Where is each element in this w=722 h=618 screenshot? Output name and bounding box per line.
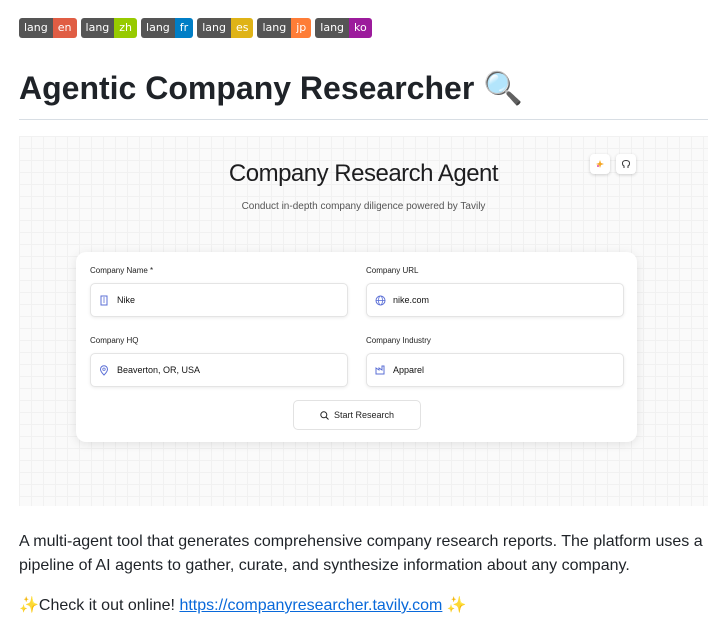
industry-icon <box>375 365 387 375</box>
language-badges: lang en lang zh lang fr lang es lang jp lang k… <box>19 18 376 38</box>
company-industry-value: Apparel <box>393 365 425 375</box>
research-form-card: Company Name * Nike Company URL nike.com… <box>76 252 637 442</box>
badge-label: lang <box>141 18 175 38</box>
start-research-label: Start Research <box>333 410 395 420</box>
corner-buttons <box>590 154 642 174</box>
globe-icon <box>375 295 387 306</box>
app-screenshot: Company Research Agent Conduct in-depth … <box>19 136 708 506</box>
badge-lang-zh[interactable]: lang zh <box>80 18 138 38</box>
company-url-value: nike.com <box>393 295 430 305</box>
website-link[interactable]: https://companyresearcher.tavily.com <box>179 597 442 614</box>
badge-lang-ko[interactable]: lang ko <box>315 18 372 38</box>
badge-lang-en[interactable]: lang en <box>19 18 77 38</box>
company-url-label: Company URL <box>366 266 419 275</box>
badge-label: lang <box>197 18 231 38</box>
cta-suffix: ✨ <box>442 597 467 614</box>
company-name-label: Company Name * <box>90 266 154 275</box>
cta-paragraph: ✨Check it out online! https://companyres… <box>19 594 467 618</box>
company-url-field[interactable]: nike.com <box>366 283 624 317</box>
app-subtitle: Conduct in-depth company diligence power… <box>241 201 486 212</box>
badge-label: lang <box>80 18 115 38</box>
badge-value: zh <box>114 18 138 38</box>
badge-label: lang <box>257 18 292 38</box>
badge-lang-jp[interactable]: lang jp <box>257 18 312 38</box>
company-hq-label: Company HQ <box>90 336 139 345</box>
company-name-field[interactable]: Nike <box>90 283 348 317</box>
company-industry-label: Company Industry <box>366 336 431 345</box>
badge-label: lang <box>315 18 350 38</box>
cta-prefix: ✨Check it out online! <box>19 597 180 614</box>
github-icon[interactable] <box>616 154 636 174</box>
search-icon <box>320 410 329 420</box>
badge-value: ko <box>349 18 372 38</box>
page-title: Agentic Company Researcher 🔍 <box>19 70 523 106</box>
company-name-value: Nike <box>117 295 136 305</box>
badge-value: fr <box>174 18 194 38</box>
badge-lang-es[interactable]: lang es <box>197 18 254 38</box>
heading-divider <box>19 119 708 120</box>
description-paragraph: A multi-agent tool that generates compre… <box>19 533 703 574</box>
start-research-button[interactable]: Start Research <box>293 400 421 430</box>
map-pin-icon <box>99 364 111 376</box>
badge-value: en <box>52 18 77 38</box>
badge-value: jp <box>291 18 312 38</box>
company-industry-field[interactable]: Apparel <box>366 353 624 387</box>
company-hq-value: Beaverton, OR, USA <box>117 365 201 375</box>
company-hq-field[interactable]: Beaverton, OR, USA <box>90 353 348 387</box>
sparkle-icon[interactable] <box>590 154 610 174</box>
badge-value: es <box>230 18 254 38</box>
badge-label: lang <box>19 18 53 38</box>
badge-lang-fr[interactable]: lang fr <box>141 18 194 38</box>
building-icon <box>99 295 111 306</box>
